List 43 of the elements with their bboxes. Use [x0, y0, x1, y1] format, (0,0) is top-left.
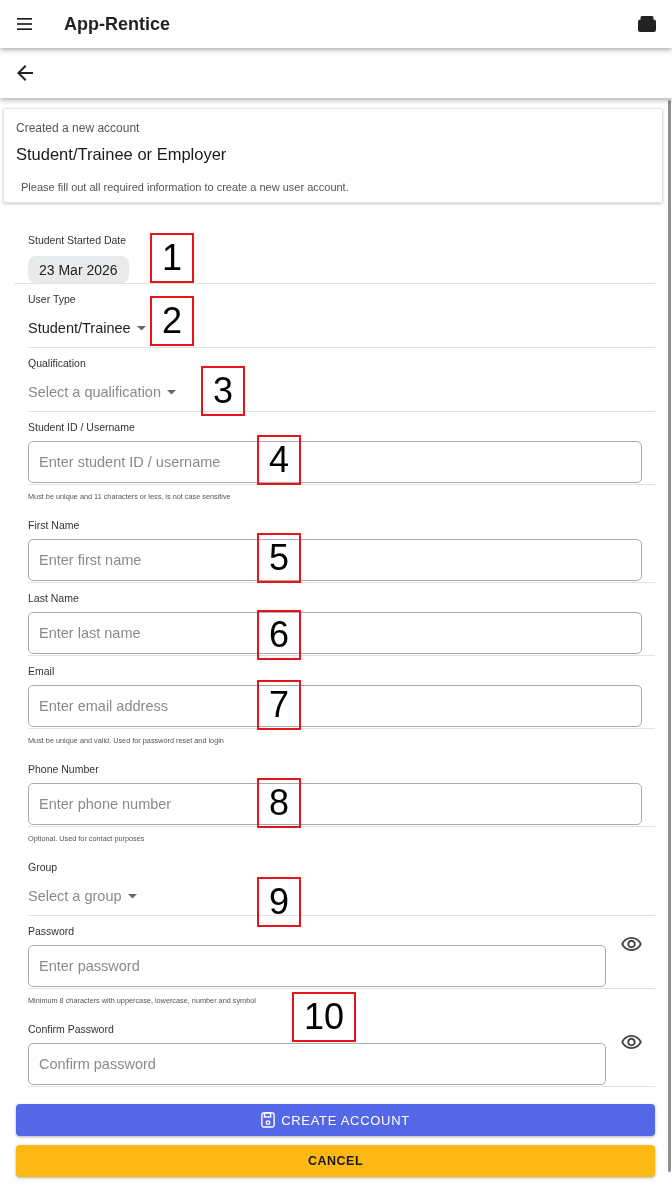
field-label: First Name — [28, 519, 81, 531]
eye-icon[interactable] — [621, 937, 642, 951]
annotation-label: 2 — [150, 296, 195, 346]
dropdown[interactable]: Select a group — [28, 886, 137, 906]
dropdown[interactable]: Select a qualification — [28, 382, 176, 402]
field-label: Last Name — [28, 592, 80, 604]
field-label: Email — [28, 665, 56, 677]
caret-icon — [136, 325, 146, 331]
field-label: Password — [28, 925, 76, 937]
caret-icon — [167, 389, 176, 395]
annotation-label: 9 — [257, 877, 302, 927]
eye-icon[interactable] — [621, 1035, 642, 1049]
password-field[interactable]: Confirm password — [28, 1043, 606, 1085]
field-label: Qualification — [28, 357, 87, 369]
annotation-label: 1 — [150, 233, 195, 283]
app-title: App-Rentice — [64, 13, 171, 35]
annotation-label: 6 — [257, 610, 302, 660]
field-label: Student ID / Username — [28, 421, 136, 433]
date-button[interactable]: 23 Mar 2026 — [28, 256, 129, 283]
field-label: User Type — [28, 293, 77, 305]
annotation-label: 8 — [257, 778, 302, 828]
box-icon[interactable] — [638, 16, 656, 32]
password-field[interactable]: Enter password — [28, 945, 606, 987]
field-label: Phone Number — [28, 763, 100, 775]
dropdown[interactable]: Student/Trainee — [28, 318, 146, 338]
save-icon — [261, 1112, 276, 1128]
field-label: Student Started Date — [28, 234, 128, 246]
submit-button[interactable]: CREATE ACCOUNT — [16, 1104, 655, 1136]
annotation-label: 7 — [257, 680, 302, 730]
caret-icon — [127, 893, 137, 899]
page-subtitle: Created a new account — [16, 120, 141, 136]
back-arrow-icon[interactable] — [17, 65, 33, 81]
annotation-label: 4 — [257, 435, 302, 485]
annotation-label: 3 — [201, 366, 246, 416]
scrollbar-thumb[interactable] — [668, 100, 671, 1172]
field-label: Confirm Password — [28, 1023, 115, 1035]
cancel-button[interactable]: CANCEL — [16, 1145, 655, 1177]
menu-icon[interactable] — [17, 18, 32, 30]
annotation-label: 5 — [257, 533, 302, 583]
annotation-label: 10 — [292, 992, 357, 1042]
page-title: Student/Trainee or Employer — [16, 144, 228, 165]
field-label: Group — [28, 861, 59, 873]
page-description: Please fill out all required information to create a new user account. — [21, 180, 350, 194]
